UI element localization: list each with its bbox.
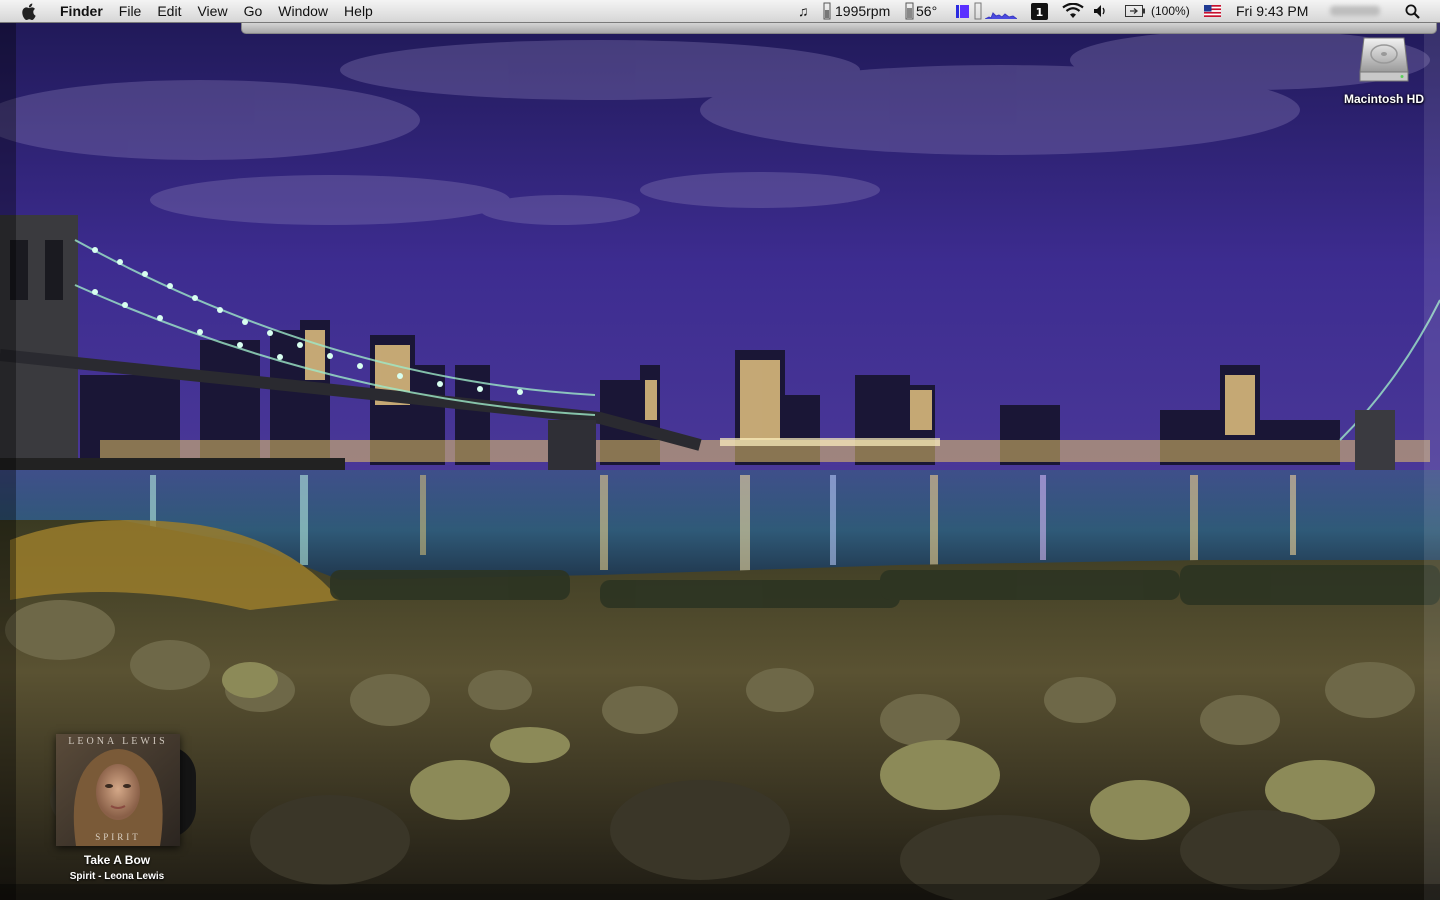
menu-view[interactable]: View — [189, 0, 235, 22]
menu-file[interactable]: File — [111, 0, 150, 22]
menu-edit[interactable]: Edit — [149, 0, 189, 22]
spotlight-search-icon[interactable] — [1405, 0, 1420, 22]
menu-clock[interactable]: Fri 9:43 PM — [1236, 0, 1308, 22]
battery-icon[interactable] — [1125, 0, 1145, 22]
menu-bar: Finder File Edit View Go Window Help ♫ 1… — [0, 0, 1440, 23]
user-name-blurred[interactable] — [1330, 0, 1382, 22]
spaces-indicator-icon[interactable]: 1 — [1031, 0, 1048, 22]
background-window-edge[interactable] — [241, 22, 1437, 34]
menu-go[interactable]: Go — [236, 0, 271, 22]
memory-meter-icon[interactable] — [956, 0, 970, 22]
temperature-readout[interactable]: 56° — [916, 0, 937, 22]
desktop-frame-bottom — [0, 884, 1440, 900]
fan-speed-readout[interactable]: 1995rpm — [835, 0, 890, 22]
apple-menu-icon[interactable] — [18, 0, 38, 22]
cpu-graph-icon[interactable] — [985, 0, 1017, 22]
desktop-wallpaper — [0, 0, 1440, 900]
now-playing-track-title: Take A Bow — [83, 853, 151, 867]
album-title-text: SPIRIT — [95, 832, 141, 842]
network-meter-icon[interactable] — [974, 0, 982, 22]
album-artist-text: LEONA LEWIS — [68, 736, 168, 747]
desktop-frame-right — [1424, 23, 1440, 900]
fan-indicator-icon — [822, 0, 832, 22]
us-flag-input-menu-icon[interactable] — [1204, 0, 1221, 22]
menu-app-finder[interactable]: Finder — [52, 0, 111, 22]
menu-window[interactable]: Window — [270, 0, 336, 22]
desktop-frame-left — [0, 23, 16, 900]
now-playing-album-artist: Spirit - Leona Lewis — [69, 871, 165, 882]
battery-percentage[interactable]: (100%) — [1151, 0, 1190, 22]
menu-help[interactable]: Help — [336, 0, 381, 22]
hard-drive-icon[interactable] — [1356, 34, 1412, 84]
svg-text:1: 1 — [1036, 6, 1044, 19]
wifi-icon[interactable] — [1062, 0, 1084, 22]
album-artwork[interactable] — [56, 734, 180, 846]
hard-drive-label[interactable]: Macintosh HD — [1334, 92, 1434, 106]
volume-icon[interactable] — [1093, 0, 1107, 22]
itunes-music-note-icon[interactable]: ♫ — [798, 0, 809, 22]
temperature-indicator-icon — [905, 0, 914, 22]
